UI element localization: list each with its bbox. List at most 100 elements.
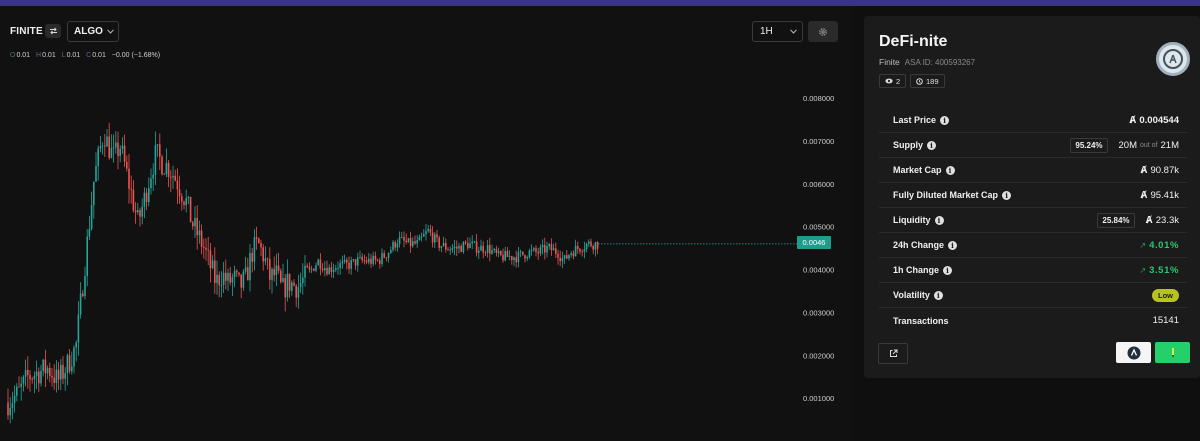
- watchers-count: 2: [896, 76, 901, 86]
- candle-body: [585, 243, 588, 250]
- candle-body: [55, 369, 58, 383]
- ohlc-legend: O0.01 H0.01 L0.01 C0.01 −0.00 (−1.68%): [10, 52, 164, 59]
- open-key: O: [10, 52, 16, 59]
- candle-body: [302, 277, 304, 284]
- buy-button[interactable]: [1155, 342, 1190, 363]
- candle-body: [77, 314, 80, 343]
- candle-body: [500, 251, 502, 255]
- candle-body: [295, 285, 297, 298]
- candle-body: [137, 210, 139, 213]
- views-badge[interactable]: 189: [910, 74, 945, 88]
- candle-body: [445, 243, 447, 250]
- candle-body: [570, 253, 572, 255]
- candle-body: [40, 370, 42, 384]
- candle-body: [280, 270, 282, 282]
- watchers-badge[interactable]: 2: [879, 74, 907, 88]
- token-unit: Finite: [879, 57, 900, 67]
- candle-body: [258, 238, 260, 244]
- candle-body: [260, 243, 262, 248]
- candle-body: [392, 242, 394, 250]
- candle-body: [110, 147, 113, 158]
- chart-settings-button[interactable]: [808, 21, 838, 42]
- stat-label: 24h Change: [893, 240, 945, 250]
- candle-body: [416, 240, 418, 244]
- gear-icon: [819, 27, 827, 36]
- candle-body: [429, 229, 432, 233]
- candle-body: [319, 259, 322, 269]
- candle-body: [519, 251, 522, 253]
- candle-body: [588, 241, 590, 244]
- candle-body: [13, 395, 16, 404]
- candle-body: [112, 147, 115, 149]
- candle-body: [194, 217, 196, 227]
- candle-body: [528, 250, 531, 258]
- candle-body: [185, 197, 187, 206]
- info-icon[interactable]: i: [1002, 190, 1012, 200]
- candle-body: [368, 258, 370, 263]
- y-tick-label: 0.002000: [803, 351, 834, 360]
- candle-body: [9, 407, 11, 416]
- candle-body: [214, 260, 216, 284]
- candle-body: [152, 174, 154, 179]
- candle-body: [449, 249, 451, 251]
- candle-body: [247, 267, 249, 281]
- change-1h-value: 3.51%: [1149, 264, 1179, 276]
- info-icon[interactable]: i: [940, 115, 950, 125]
- info-icon[interactable]: i: [933, 290, 943, 300]
- symbol-label: FINITE: [10, 26, 43, 37]
- algo-explorer-button[interactable]: [1116, 342, 1151, 363]
- candle-body: [299, 283, 302, 288]
- candle-body: [11, 403, 14, 408]
- interval-select[interactable]: 1H: [752, 21, 803, 42]
- open-external-button[interactable]: [878, 343, 908, 364]
- algo-icon: Ⱥ: [1129, 114, 1137, 126]
- candle-body: [473, 241, 476, 243]
- candle-body: [66, 355, 69, 374]
- price-chart-panel[interactable]: 0.008000 0.007000 0.006000 0.005000 0.004000…: [0, 6, 852, 441]
- candle-body: [264, 258, 267, 262]
- high-value: 0.01: [42, 52, 56, 59]
- candle-body: [253, 237, 256, 262]
- candle-body: [442, 243, 445, 247]
- candle-body: [251, 252, 253, 262]
- candlestick-chart[interactable]: 0.008000 0.007000 0.006000 0.005000 0.004000…: [0, 6, 852, 441]
- candle-body: [18, 386, 20, 388]
- swap-pair-button[interactable]: [45, 24, 61, 38]
- clock-icon: [916, 77, 923, 85]
- candle-body: [288, 273, 291, 291]
- candle-body: [317, 259, 319, 266]
- algorand-logo-icon: [1169, 54, 1177, 64]
- candle-body: [240, 274, 242, 288]
- quote-pair-select[interactable]: ALGO: [67, 21, 119, 42]
- stat-row-1h-change: 1h Change i ↗ 3.51%: [879, 258, 1187, 283]
- candle-body: [568, 254, 570, 259]
- candle-body: [310, 268, 313, 270]
- candle-body: [22, 376, 25, 384]
- candle-body: [29, 375, 31, 380]
- info-icon[interactable]: i: [943, 265, 953, 275]
- candle-body: [271, 268, 273, 280]
- candle-body: [385, 257, 388, 259]
- candle-body: [286, 273, 289, 298]
- candle-body: [106, 136, 108, 147]
- candle-body: [233, 270, 236, 277]
- candle-body: [427, 229, 429, 232]
- candle-body: [20, 383, 22, 387]
- candle-body: [436, 234, 438, 238]
- y-tick-label: 0.005000: [803, 223, 834, 232]
- candle-body: [139, 210, 141, 217]
- candle-body: [159, 144, 161, 157]
- trend-up-icon: ↗: [1139, 240, 1147, 250]
- info-icon[interactable]: i: [934, 215, 944, 225]
- candle-body: [515, 257, 517, 263]
- candle-body: [306, 265, 308, 268]
- info-icon[interactable]: i: [948, 240, 958, 250]
- stat-label: Last Price: [893, 115, 937, 125]
- open-value: 0.01: [16, 52, 31, 59]
- candle-body: [68, 355, 71, 372]
- candle-body: [49, 367, 51, 377]
- token-info-panel: DeFi-nite Finite ASA ID: 400593267 2 189 …: [864, 16, 1200, 378]
- info-icon[interactable]: i: [927, 140, 937, 150]
- change-24h-value: 4.01%: [1149, 239, 1179, 251]
- info-icon[interactable]: i: [945, 165, 955, 175]
